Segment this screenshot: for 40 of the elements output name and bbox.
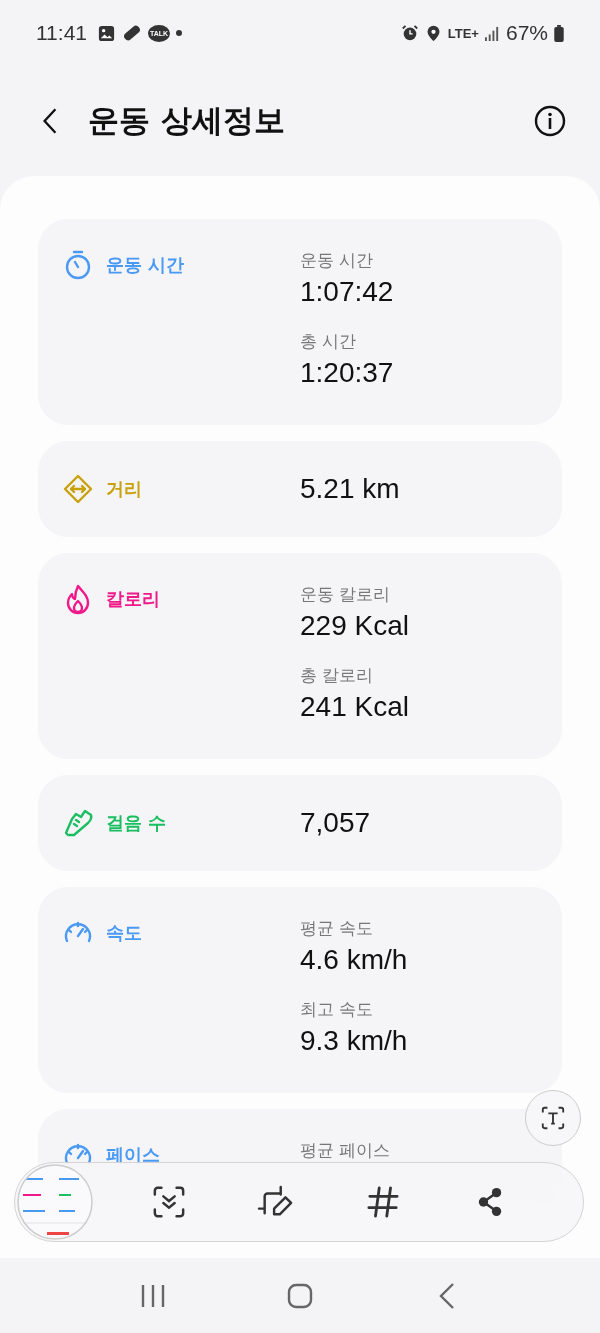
battery-icon <box>554 24 564 42</box>
stat-value: 9.3 km/h <box>300 1025 408 1057</box>
dot-icon <box>176 30 183 36</box>
back-icon <box>438 1282 455 1309</box>
scroll-capture-icon <box>151 1185 186 1219</box>
stat-value: 7,057 <box>300 807 371 839</box>
stat-value: 229 Kcal <box>300 610 409 642</box>
stat-label: 평균 페이스 <box>300 1139 391 1162</box>
stat-label: 총 시간 <box>300 330 358 353</box>
card-title: 걸음 수 <box>106 811 167 835</box>
alarm-icon <box>400 24 419 42</box>
card-title: 운동 시간 <box>106 253 185 277</box>
info-icon <box>534 105 566 137</box>
home-icon <box>287 1282 313 1309</box>
text-scan-icon <box>540 1105 566 1131</box>
card-title: 속도 <box>106 921 142 945</box>
stat-label: 운동 시간 <box>300 249 375 272</box>
stat-value: 1:07:42 <box>300 276 394 308</box>
battery-percent: 67% <box>505 21 548 45</box>
stat-label: 평균 속도 <box>300 917 375 940</box>
hashtag-icon <box>366 1186 399 1218</box>
stat-value: 241 Kcal <box>300 691 409 723</box>
stat-label: 운동 칼로리 <box>300 583 392 606</box>
image-icon <box>97 23 116 43</box>
stat-label: 총 칼로리 <box>300 664 375 687</box>
crop-pencil-icon <box>256 1185 295 1219</box>
network-type: LTE+ <box>447 25 479 41</box>
stat-value: 1:20:37 <box>300 357 394 389</box>
card-title: 거리 <box>106 477 142 501</box>
card-title: 칼로리 <box>106 587 160 611</box>
signal-icon <box>484 25 500 41</box>
stat-value: 4.6 km/h <box>300 944 408 976</box>
chevron-left-icon <box>41 107 59 135</box>
recent-apps-icon <box>140 1283 167 1308</box>
card-title: 페이스 <box>106 1143 160 1167</box>
status-time: 11:41 <box>36 21 87 45</box>
stat-value: 5.21 km <box>300 473 400 505</box>
page-title: 운동 상세정보 <box>88 101 286 140</box>
info-button[interactable] <box>532 103 568 139</box>
stat-label: 최고 속도 <box>300 998 375 1021</box>
